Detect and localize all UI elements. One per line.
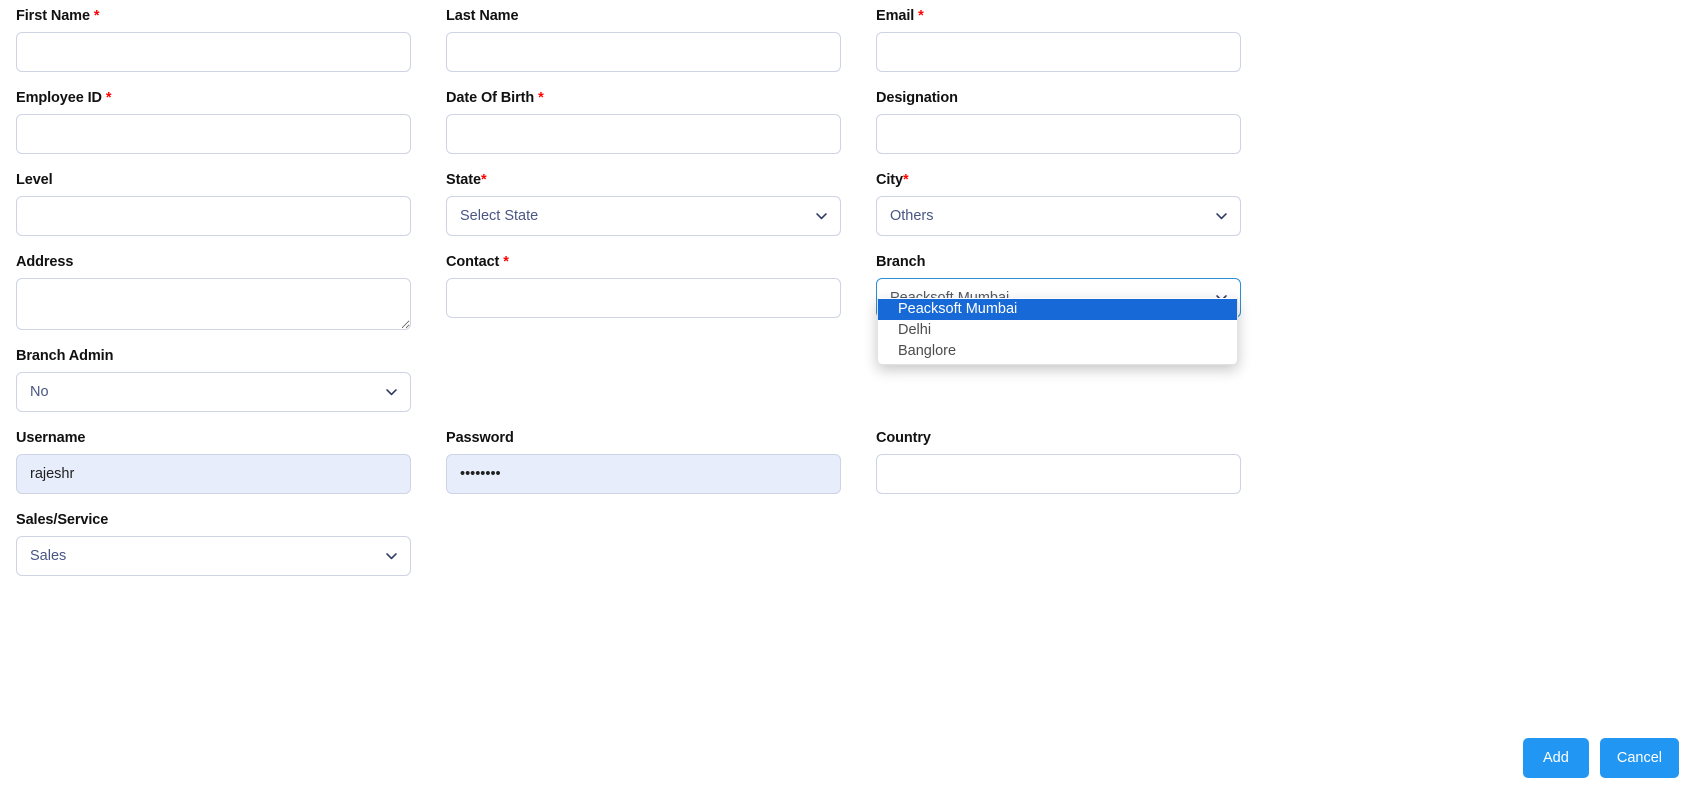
password-input[interactable] xyxy=(446,454,841,494)
city-label: City* xyxy=(876,172,909,188)
field-level: Level xyxy=(16,172,411,236)
last-name-input[interactable] xyxy=(446,32,841,72)
form-column-1: First Name * xyxy=(16,8,446,90)
email-input[interactable] xyxy=(876,32,1241,72)
branch-dropdown-option[interactable]: Banglore xyxy=(878,341,1237,362)
form-row-2: Employee ID * Date Of Birth * Designatio… xyxy=(16,90,1276,172)
branch-admin-label: Branch Admin xyxy=(16,348,114,364)
field-first-name: First Name * xyxy=(16,8,411,72)
branch-dropdown-option[interactable]: Peacksoft Mumbai xyxy=(878,299,1237,320)
date-of-birth-label: Date Of Birth * xyxy=(446,90,544,106)
field-sales-service: Sales/Service Sales xyxy=(16,512,411,576)
level-label: Level xyxy=(16,172,53,188)
field-branch-admin: Branch Admin No xyxy=(16,348,411,412)
required-asterisk: * xyxy=(480,172,487,188)
field-branch: Branch Peacksoft Mumbai Peacksoft Mumbai… xyxy=(876,254,1241,365)
first-name-label: First Name * xyxy=(16,8,100,24)
form-row-1: First Name * Last Name Email * xyxy=(16,8,1276,90)
address-label: Address xyxy=(16,254,74,270)
field-username: Username xyxy=(16,430,411,494)
field-email: Email * xyxy=(876,8,1241,72)
designation-input[interactable] xyxy=(876,114,1241,154)
branch-admin-select-wrapper: No xyxy=(16,372,411,412)
contact-input[interactable] xyxy=(446,278,841,318)
field-designation: Designation xyxy=(876,90,1241,154)
field-date-of-birth: Date Of Birth * xyxy=(446,90,841,154)
required-asterisk: * xyxy=(93,8,100,24)
form-row-4: Address Contact * Branch Peacksoft Mumba… xyxy=(16,254,1276,365)
field-password: Password xyxy=(446,430,841,494)
country-input[interactable] xyxy=(876,454,1241,494)
form-row-3: Level State* Select State City* Others xyxy=(16,172,1276,254)
country-label: Country xyxy=(876,430,931,446)
required-asterisk: * xyxy=(903,172,909,188)
form-column-3: Email * xyxy=(876,8,1276,90)
required-asterisk: * xyxy=(503,254,509,270)
employee-form: First Name * Last Name Email * Employee … xyxy=(0,0,1697,804)
date-of-birth-input[interactable] xyxy=(446,114,841,154)
state-label: State* xyxy=(446,172,487,188)
employee-id-input[interactable] xyxy=(16,114,411,154)
branch-dropdown-list[interactable]: Peacksoft Mumbai Delhi Banglore xyxy=(877,298,1238,365)
sales-service-label: Sales/Service xyxy=(16,512,109,528)
branch-dropdown-option[interactable]: Delhi xyxy=(878,320,1237,341)
field-state: State* Select State xyxy=(446,172,841,236)
branch-label: Branch xyxy=(876,254,926,270)
state-select-wrapper: Select State xyxy=(446,196,841,236)
cancel-button[interactable]: Cancel xyxy=(1599,738,1679,778)
address-textarea[interactable] xyxy=(16,278,411,330)
designation-label: Designation xyxy=(876,90,958,106)
field-city: City* Others xyxy=(876,172,1241,236)
required-asterisk: * xyxy=(538,90,544,106)
field-country: Country xyxy=(876,430,1241,494)
username-input[interactable] xyxy=(16,454,411,494)
employee-id-label: Employee ID * xyxy=(16,90,112,106)
form-grid: First Name * Last Name Email * Employee … xyxy=(16,8,1276,594)
required-asterisk: * xyxy=(105,90,112,106)
contact-label: Contact * xyxy=(446,254,509,270)
form-row-6: Username Password Country xyxy=(16,430,1276,512)
field-employee-id: Employee ID * xyxy=(16,90,411,154)
form-row-7: Sales/Service Sales xyxy=(16,512,1276,594)
first-name-input[interactable] xyxy=(16,32,411,72)
branch-admin-select[interactable]: No xyxy=(16,372,411,412)
add-button[interactable]: Add xyxy=(1522,738,1589,778)
last-name-label: Last Name xyxy=(446,8,519,24)
password-label: Password xyxy=(446,430,514,446)
form-actions: Add Cancel xyxy=(1522,738,1679,778)
city-select[interactable]: Others xyxy=(876,196,1241,236)
email-label: Email * xyxy=(876,8,924,24)
required-asterisk: * xyxy=(918,8,924,24)
field-contact: Contact * xyxy=(446,254,841,318)
sales-service-select[interactable]: Sales xyxy=(16,536,411,576)
state-select[interactable]: Select State xyxy=(446,196,841,236)
level-input[interactable] xyxy=(16,196,411,236)
username-label: Username xyxy=(16,430,86,446)
form-column-2: Last Name xyxy=(446,8,876,90)
city-select-wrapper: Others xyxy=(876,196,1241,236)
field-last-name: Last Name xyxy=(446,8,841,72)
field-address: Address xyxy=(16,254,411,330)
sales-service-select-wrapper: Sales xyxy=(16,536,411,576)
